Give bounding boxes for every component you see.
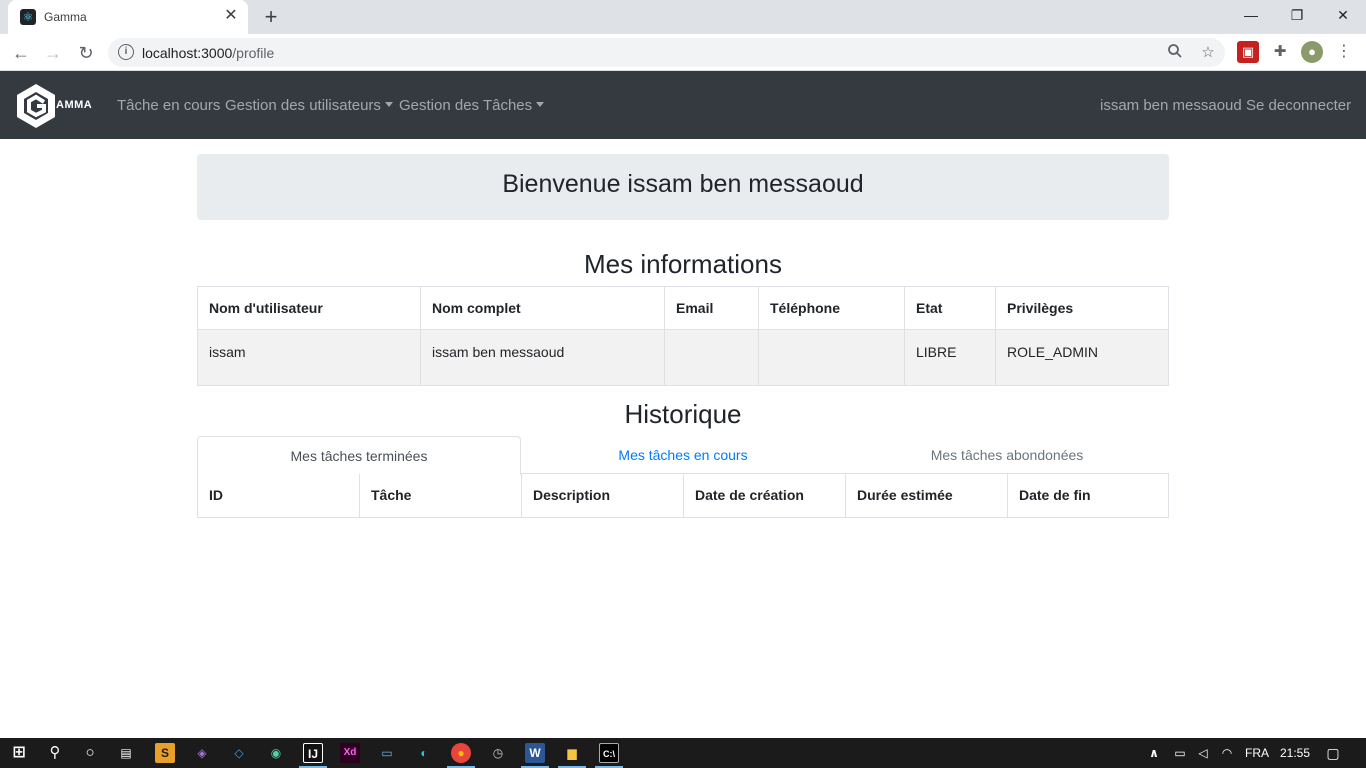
history-title: Historique: [624, 399, 742, 429]
info-header-privileges: Privilèges: [995, 286, 1169, 330]
tab-close-icon[interactable]: ✕: [222, 7, 240, 25]
info-cell-username: issam: [197, 329, 421, 386]
battery-icon[interactable]: ▭: [1170, 743, 1190, 763]
tab-abandoned-tasks[interactable]: Mes tâches abondonées: [845, 436, 1169, 474]
chevron-up-icon[interactable]: ∧: [1144, 743, 1164, 763]
brand-text: AMMA: [56, 99, 93, 111]
info-cell-email: [664, 329, 759, 386]
tab-title: Gamma: [44, 10, 87, 24]
info-table: Nom d'utilisateur Nom complet Email Télé…: [197, 286, 1169, 386]
gamma-logo[interactable]: AMMA: [14, 83, 96, 129]
task-view-icon[interactable]: ▤: [116, 743, 136, 763]
table-row: issam issam ben messaoud LIBRE ROLE_ADMI…: [197, 329, 1169, 386]
info-header-phone: Téléphone: [758, 286, 905, 330]
clock-time[interactable]: 21:55: [1280, 746, 1310, 760]
history-header-end-date: Date de fin: [1007, 474, 1169, 518]
nav-user-name[interactable]: issam ben messaoud: [1100, 97, 1242, 114]
new-tab-icon[interactable]: +: [258, 4, 284, 30]
info-cell-state: LIBRE: [904, 329, 996, 386]
browser-titlebar: ⚛ Gamma ✕ + — ❐ ✕: [0, 0, 1366, 34]
gitkraken-icon[interactable]: ◉: [266, 743, 286, 763]
welcome-heading: Bienvenue issam ben messaoud: [502, 170, 864, 198]
file-explorer-icon[interactable]: ▆: [562, 743, 582, 763]
history-header-created: Date de création: [683, 474, 846, 518]
info-cell-privileges: ROLE_ADMIN: [995, 329, 1169, 386]
tab-completed-tasks[interactable]: Mes tâches terminées: [197, 436, 521, 475]
cortana-icon[interactable]: ○: [80, 743, 100, 763]
windows-start-icon[interactable]: ⊞: [9, 743, 29, 763]
info-header-username: Nom d'utilisateur: [197, 286, 421, 330]
bookmark-star-icon[interactable]: ☆: [1198, 43, 1218, 63]
history-header-row: ID Tâche Description Date de création Du…: [197, 474, 1169, 518]
site-info-icon[interactable]: i: [118, 44, 134, 60]
intellij-icon[interactable]: IJ: [303, 743, 323, 763]
profile-avatar-icon[interactable]: ●: [1301, 41, 1323, 63]
history-header-description: Description: [521, 474, 684, 518]
minimize-icon[interactable]: —: [1228, 0, 1274, 30]
window-close-icon[interactable]: ✕: [1320, 0, 1366, 30]
remote-desktop-icon[interactable]: ▭: [377, 743, 397, 763]
history-header-duration: Durée estimée: [845, 474, 1008, 518]
restore-icon[interactable]: ❐: [1274, 0, 1320, 30]
nav-task-management[interactable]: Gestion des Tâches: [399, 97, 545, 114]
windows-taskbar: ⊞ ⚲ ○ ▤ S ◈ ◇ ◉ IJ Xd ▭ ◐ ● ◷ W ▆ C:\ ∧ …: [0, 738, 1366, 768]
zoom-icon[interactable]: [1165, 43, 1185, 63]
caret-down-icon: [384, 102, 393, 107]
volume-icon[interactable]: ◁: [1193, 743, 1213, 763]
word-icon[interactable]: W: [525, 743, 545, 763]
history-header-task: Tâche: [359, 474, 522, 518]
notifications-icon[interactable]: ▢: [1323, 743, 1343, 763]
reload-icon[interactable]: ↻: [73, 40, 99, 66]
tab-current-tasks[interactable]: Mes tâches en cours: [521, 436, 845, 474]
url-path: /profile: [232, 45, 275, 61]
extensions-puzzle-icon[interactable]: ✚: [1269, 41, 1291, 63]
browser-menu-icon[interactable]: ⋮: [1333, 41, 1355, 63]
nav-user-management-label: Gestion des utilisateurs: [225, 97, 381, 114]
forward-arrow-icon[interactable]: →: [40, 40, 66, 66]
clock-app-icon[interactable]: ◷: [488, 743, 508, 763]
info-title: Mes informations: [584, 249, 782, 279]
chrome-icon[interactable]: ●: [451, 743, 471, 763]
adobe-xd-icon[interactable]: Xd: [340, 743, 360, 763]
visual-studio-icon[interactable]: ◈: [192, 743, 212, 763]
history-header-id: ID: [197, 474, 360, 518]
wifi-icon[interactable]: ◠: [1217, 743, 1237, 763]
history-table: ID Tâche Description Date de création Du…: [197, 474, 1169, 518]
info-header-email: Email: [664, 286, 759, 330]
url-text[interactable]: localhost:3000/profile: [142, 45, 274, 61]
language-indicator[interactable]: FRA: [1245, 746, 1269, 760]
back-arrow-icon[interactable]: ←: [8, 40, 34, 66]
browser-toolbar: ← → ↻ i localhost:3000/profile ☆ ▣ ✚ ● ⋮: [0, 34, 1366, 71]
react-favicon-icon: ⚛: [20, 9, 36, 25]
caret-down-icon: [536, 102, 545, 107]
history-tabs: Mes tâches terminées Mes tâches en cours…: [197, 436, 1169, 475]
command-prompt-icon[interactable]: C:\: [599, 743, 619, 763]
nav-task-management-label: Gestion des Tâches: [399, 97, 533, 114]
search-icon[interactable]: ⚲: [45, 743, 65, 763]
nav-logout[interactable]: Se deconnecter: [1246, 97, 1351, 114]
info-header-state: Etat: [904, 286, 996, 330]
nav-user-management[interactable]: Gestion des utilisateurs: [225, 97, 393, 114]
url-host: localhost:3000: [142, 45, 233, 61]
browser-tab[interactable]: ⚛ Gamma ✕: [8, 0, 248, 34]
edge-icon[interactable]: ◐: [414, 743, 434, 763]
sublime-text-icon[interactable]: S: [155, 743, 175, 763]
info-header-fullname: Nom complet: [420, 286, 665, 330]
vscode-icon[interactable]: ◇: [229, 743, 249, 763]
app-navbar: AMMA Tâche en cours Gestion des utilisat…: [0, 71, 1366, 139]
welcome-banner: Bienvenue issam ben messaoud: [197, 154, 1169, 220]
info-header-row: Nom d'utilisateur Nom complet Email Télé…: [197, 286, 1169, 330]
info-cell-phone: [758, 329, 905, 386]
extension-red-icon[interactable]: ▣: [1237, 41, 1259, 63]
info-cell-fullname: issam ben messaoud: [420, 329, 665, 386]
address-bar[interactable]: i localhost:3000/profile ☆: [108, 38, 1225, 67]
nav-current-task[interactable]: Tâche en cours: [117, 97, 220, 114]
